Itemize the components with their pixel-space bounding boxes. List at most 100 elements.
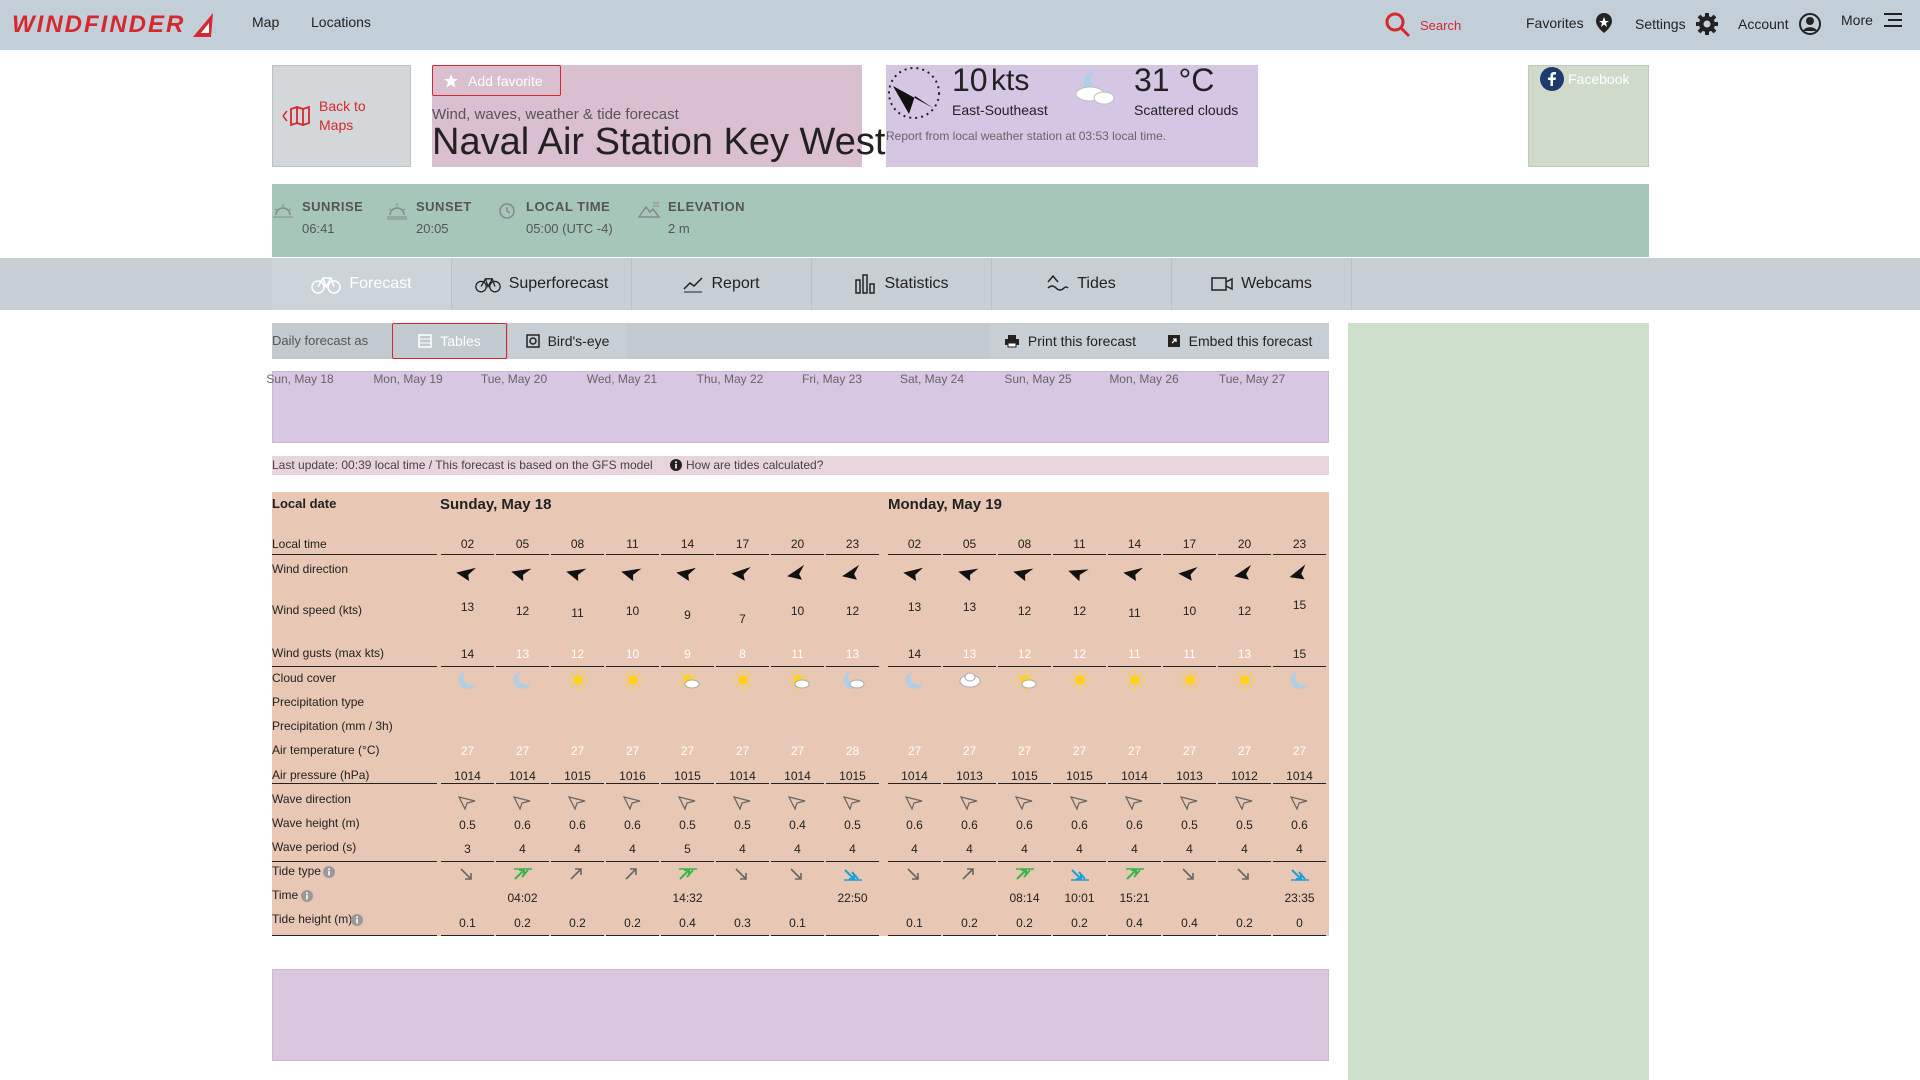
row-label-local-date: Local date (272, 496, 337, 511)
wave-arrow-icon (1234, 796, 1253, 811)
back-to-maps-link[interactable]: Back to Maps (272, 65, 411, 167)
times-cell: 20 (790, 537, 805, 551)
add-favorite-button[interactable]: Add favorite (432, 65, 561, 96)
wind-speed-cell: 10 (625, 604, 640, 618)
tab-report[interactable]: Report (632, 258, 812, 310)
info-icon[interactable] (351, 914, 363, 926)
cell-divider (661, 783, 714, 784)
cell-divider (1273, 861, 1326, 862)
tide-low-icon (844, 869, 862, 881)
cell-divider (1273, 935, 1326, 936)
wave-period-cell: 4 (794, 842, 801, 856)
day-label[interactable]: Mon, May 26 (1094, 372, 1194, 386)
search-button[interactable]: Search (1385, 12, 1461, 38)
info-icon[interactable] (323, 866, 335, 878)
cell-divider (661, 935, 714, 936)
tide-falling-icon (790, 868, 802, 880)
tab-superforecast[interactable]: Superforecast (452, 258, 632, 310)
embed-forecast-button[interactable]: Embed this forecast (1150, 323, 1329, 359)
wave-height-cell: 0.6 (1071, 818, 1088, 832)
favorites-icon (1595, 13, 1612, 33)
wave-arrow-icon (1289, 796, 1308, 811)
facebook-button[interactable]: Facebook (1540, 67, 1629, 91)
day-label[interactable]: Mon, May 19 (358, 372, 458, 386)
cell-divider (943, 554, 996, 555)
day-label[interactable]: Tue, May 20 (464, 372, 564, 386)
wave-arrow-icon (1124, 796, 1143, 811)
tab-statistics[interactable]: Statistics (812, 258, 992, 310)
wind-gusts-cell: 9 (684, 647, 691, 661)
wave-height-cell: 0.6 (514, 818, 531, 832)
top-navigation (0, 0, 1920, 50)
day-label[interactable]: Sun, May 25 (988, 372, 1088, 386)
row-label-wind-speed: Wind speed (kts) (272, 603, 363, 617)
wind-gusts-cell: 12 (1017, 647, 1032, 661)
wave-height-cell: 0.6 (569, 818, 586, 832)
windfinder-logo[interactable]: WINDFINDER (12, 10, 217, 40)
day-label[interactable]: Wed, May 21 (572, 372, 672, 386)
times-cell: 17 (1182, 537, 1197, 551)
air-temp-cell: 27 (907, 744, 922, 758)
elevation-label: ELEVATION (668, 199, 745, 214)
account-icon (1798, 13, 1821, 35)
wind-gusts-cell: 14 (460, 647, 475, 661)
day-label[interactable]: Tue, May 27 (1202, 372, 1302, 386)
embed-forecast-label: Embed this forecast (1188, 333, 1313, 349)
cell-divider (1163, 783, 1216, 784)
air-pressure-cell: 1016 (619, 769, 646, 783)
moon-cloud-icon (1075, 70, 1115, 105)
tab-forecast[interactable]: Forecast (272, 258, 452, 310)
sun-icon (1235, 670, 1255, 690)
elevation-icon (638, 202, 660, 218)
cell-divider (998, 783, 1051, 784)
tides-calculation-link[interactable]: How are tides calculated? (670, 458, 823, 472)
day-label[interactable]: Sun, May 18 (250, 372, 350, 386)
wave-height-cell: 0.5 (844, 818, 861, 832)
row-label-cloud-cover: Cloud cover (272, 671, 337, 685)
day-label[interactable]: Sat, May 24 (882, 372, 982, 386)
tide-height-cell: 0.4 (1126, 916, 1143, 930)
print-forecast-button[interactable]: Print this forecast (990, 323, 1150, 359)
nav-map-link[interactable]: Map (252, 14, 279, 30)
tables-view-button[interactable]: Tables (392, 323, 507, 359)
wave-period-cell: 4 (519, 842, 526, 856)
cell-divider (1108, 861, 1161, 862)
favorites-button[interactable]: Favorites (1526, 12, 1615, 34)
tab-webcams[interactable]: Webcams (1172, 258, 1352, 310)
tab-tides-label: Tides (1077, 275, 1116, 292)
info-icon[interactable] (301, 890, 313, 902)
birdseye-view-label: Bird's-eye (547, 333, 610, 349)
local-time-value: 05:00 (UTC -4) (526, 221, 613, 236)
wind-speed-cell: 13 (907, 600, 922, 614)
tab-superforecast-label: Superforecast (508, 275, 609, 292)
wave-arrow-icon (904, 796, 923, 811)
tide-time-cell: 10:01 (1064, 891, 1095, 905)
day-label[interactable]: Fri, May 23 (782, 372, 882, 386)
sunset-icon (387, 203, 407, 220)
day-label[interactable]: Thu, May 22 (680, 372, 780, 386)
cell-divider (1108, 935, 1161, 936)
tide-low-icon (1071, 869, 1089, 881)
wave-period-cell: 4 (1131, 842, 1138, 856)
birdseye-view-button[interactable]: Bird's-eye (507, 323, 627, 359)
tab-tides[interactable]: Tides (992, 258, 1172, 310)
cell-divider (888, 783, 941, 784)
cell-divider (551, 783, 604, 784)
wind-direction-text: East-Southeast (952, 102, 1048, 118)
tide-icon (1047, 274, 1069, 291)
wind-arrow-icon (731, 567, 751, 581)
cell-divider (888, 935, 941, 936)
sunset-label: SUNSET (416, 199, 472, 214)
cell-divider (1053, 935, 1106, 936)
cell-divider (496, 783, 549, 784)
tide-high-icon (679, 868, 697, 880)
account-button[interactable]: Account (1738, 12, 1822, 36)
wind-arrow-icon (511, 568, 532, 581)
wind-arrow-icon (676, 567, 697, 581)
favorites-label: Favorites (1526, 15, 1584, 31)
add-favorite-label: Add favorite (468, 72, 543, 89)
settings-button[interactable]: Settings (1635, 12, 1719, 36)
more-button[interactable]: More (1841, 12, 1904, 28)
nav-locations-link[interactable]: Locations (311, 14, 371, 30)
wave-height-cell: 0.4 (789, 818, 806, 832)
